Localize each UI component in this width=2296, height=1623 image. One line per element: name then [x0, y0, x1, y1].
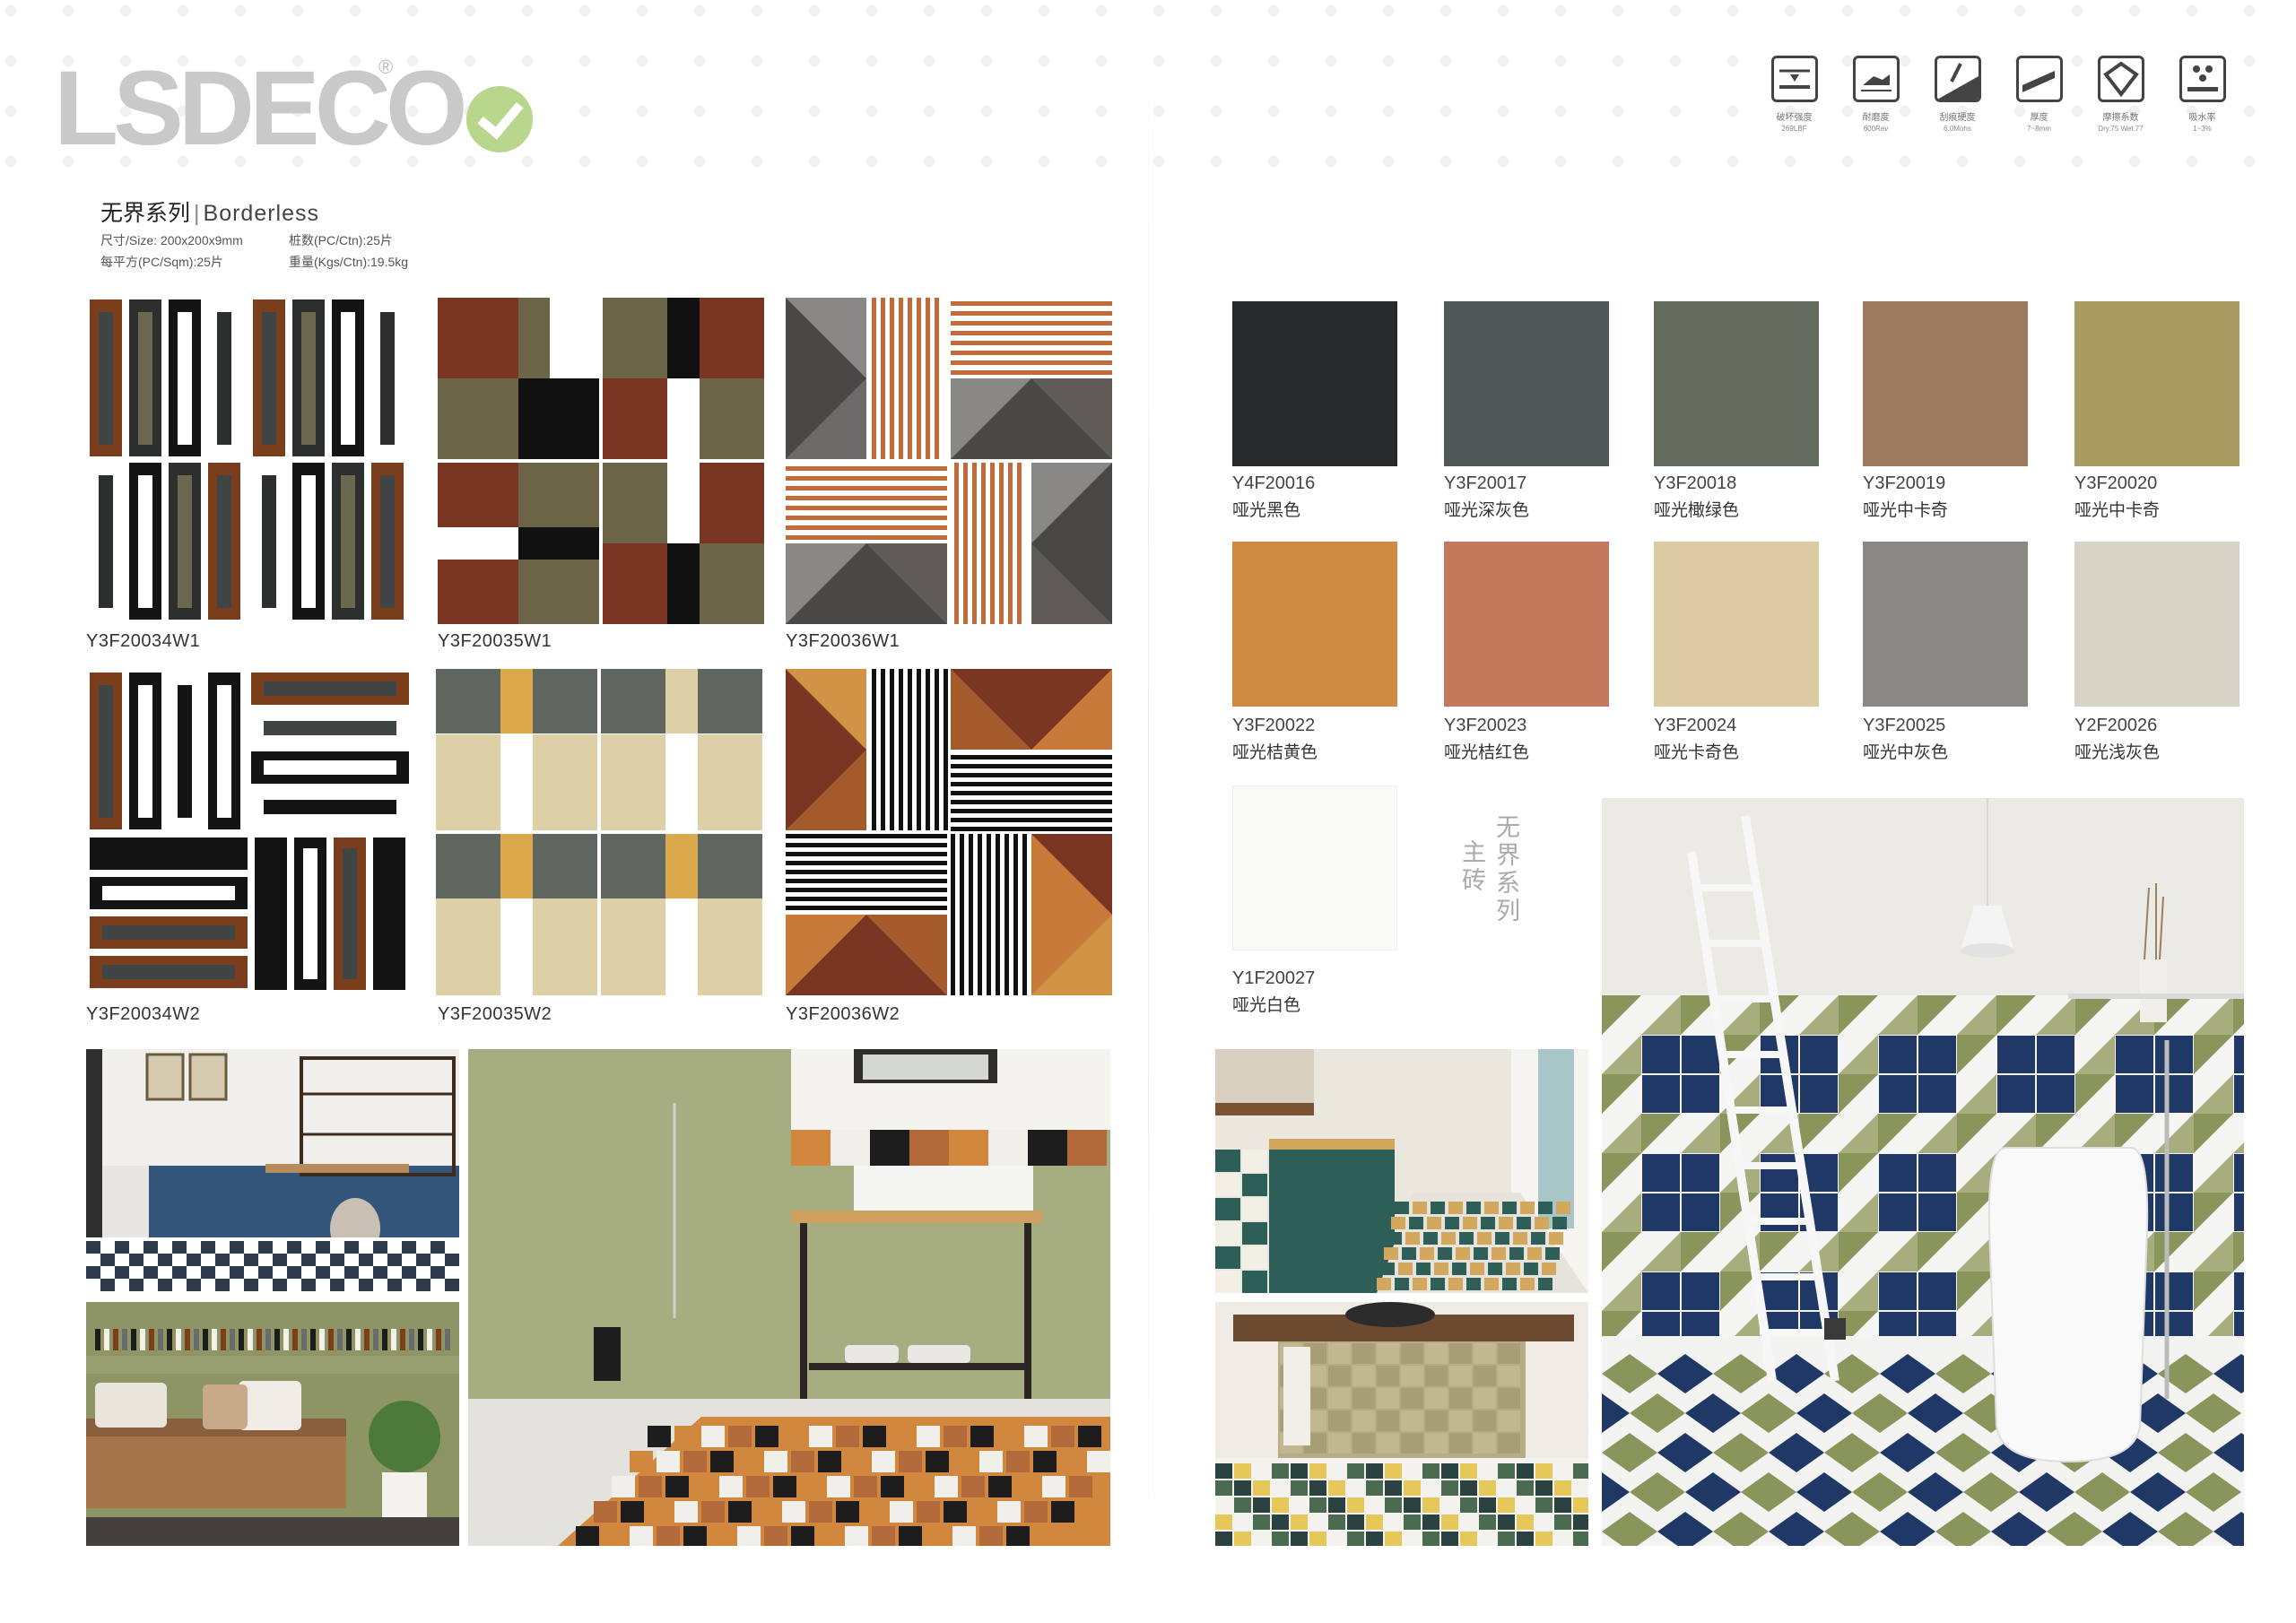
property-thickness: 厚度 7~8mm	[1998, 56, 2080, 133]
water-absorption-icon	[2179, 56, 2226, 102]
color-swatch	[1444, 301, 1609, 466]
swatch-code: Y3F20022	[1232, 716, 1316, 735]
bench-scene	[86, 1302, 459, 1546]
bakery-counter-scene	[1215, 1049, 1588, 1293]
pattern-tile-y3f20035w1	[438, 298, 764, 624]
swatch-code: Y3F20018	[1654, 473, 1737, 493]
property-friction: 摩擦系数 Dry.75 Wet.77	[2080, 56, 2161, 133]
abrasion-icon	[1852, 56, 1900, 102]
tile-code: Y3F20035W2	[438, 1004, 552, 1024]
vertical-label-main-tile: 主砖	[1458, 839, 1485, 895]
shower-bathroom-scene	[468, 1049, 1110, 1546]
tile-code: Y3F20034W1	[86, 631, 201, 651]
swatch-name: 哑光中灰色	[1863, 743, 1949, 762]
friction-icon	[2097, 56, 2144, 102]
title-separator: |	[194, 201, 200, 226]
swatch-name: 哑光橄绿色	[1654, 501, 1740, 520]
thickness-icon	[2015, 56, 2063, 102]
color-swatch	[1232, 542, 1397, 707]
swatch-name: 哑光中卡奇	[2074, 501, 2161, 520]
color-swatch	[1232, 785, 1397, 950]
tile-code: Y3F20034W2	[86, 1004, 201, 1024]
pattern-tile-y3f20034w1	[86, 296, 413, 622]
color-swatch	[1863, 542, 2028, 707]
color-swatch	[1654, 301, 1819, 466]
swatch-code: Y3F20020	[2074, 473, 2158, 493]
color-swatch	[2074, 542, 2239, 707]
living-room-scene	[86, 1049, 459, 1293]
page-fold	[1148, 0, 1149, 1623]
pattern-tile-y3f20036w1	[786, 298, 1112, 624]
swatch-code: Y2F20026	[2074, 716, 2158, 735]
color-swatch	[1863, 301, 2028, 466]
swatch-name: 哑光中卡奇	[1863, 501, 1949, 520]
registered-mark: ®	[378, 56, 394, 78]
series-title-cn: 无界系列	[100, 201, 191, 226]
tile-code: Y3F20036W1	[786, 631, 900, 651]
color-swatch	[1444, 542, 1609, 707]
spec-pcs-ctn: 桩数(PC/Ctn):25片	[289, 233, 393, 247]
series-title-en: Borderless	[203, 201, 320, 226]
swatch-name: 哑光卡奇色	[1654, 743, 1740, 762]
pattern-tile-y3f20034w2	[86, 669, 413, 995]
property-abrasion: 耐磨度 600Rev	[1835, 56, 1917, 133]
swatch-code: Y1F20027	[1232, 968, 1316, 988]
swatch-code: Y3F20024	[1654, 716, 1737, 735]
swatch-code: Y3F20017	[1444, 473, 1527, 493]
color-swatch	[1232, 301, 1397, 466]
spec-size: 尺寸/Size: 200x200x9mm	[100, 233, 243, 247]
swatch-code: Y3F20019	[1863, 473, 1946, 493]
swatch-name: 哑光桔黄色	[1232, 743, 1318, 762]
logo-text: LSDECO	[54, 49, 468, 168]
tile-code: Y3F20035W1	[438, 631, 552, 651]
swatch-name: 哑光白色	[1232, 996, 1301, 1015]
swatch-code: Y3F20025	[1863, 716, 1946, 735]
tile-code: Y3F20036W2	[786, 1004, 900, 1024]
series-title: 无界系列 | Borderless	[100, 195, 319, 228]
swatch-code: Y3F20023	[1444, 716, 1527, 735]
swatch-name: 哑光深灰色	[1444, 501, 1530, 520]
pattern-tile-y3f20036w2	[786, 669, 1112, 995]
property-water-absorption: 吸水率 1~3%	[2161, 56, 2243, 133]
spec-weight: 重量(Kgs/Ctn):19.5kg	[289, 255, 409, 269]
scratch-hardness-icon	[1934, 56, 1981, 102]
pattern-tile-y3f20035w2	[436, 669, 762, 995]
washbasin-scene	[1215, 1302, 1588, 1546]
color-swatch	[1654, 542, 1819, 707]
brand-logo: LSDECO	[54, 56, 533, 161]
property-icons: 破坏强度 269LBF 耐磨度 600Rev 刮痕硬度 6.0Mohs 厚度 7…	[1753, 56, 2243, 133]
color-swatch	[2074, 301, 2239, 466]
property-breaking-strength: 破坏强度 269LBF	[1753, 56, 1835, 133]
breaking-strength-icon	[1770, 56, 1818, 102]
swatch-code: Y4F20016	[1232, 473, 1316, 493]
ladder-bathroom-scene	[1602, 798, 2244, 1546]
swatch-name: 哑光桔红色	[1444, 743, 1530, 762]
vertical-label-series: 无界系列	[1492, 814, 1519, 925]
property-scratch-hardness: 刮痕硬度 6.0Mohs	[1917, 56, 1998, 133]
swatch-name: 哑光黑色	[1232, 501, 1301, 520]
swatch-name: 哑光浅灰色	[2074, 743, 2161, 762]
spec-pcs-sqm: 每平方(PC/Sqm):25片	[100, 255, 223, 269]
logo-check-icon	[465, 86, 533, 152]
